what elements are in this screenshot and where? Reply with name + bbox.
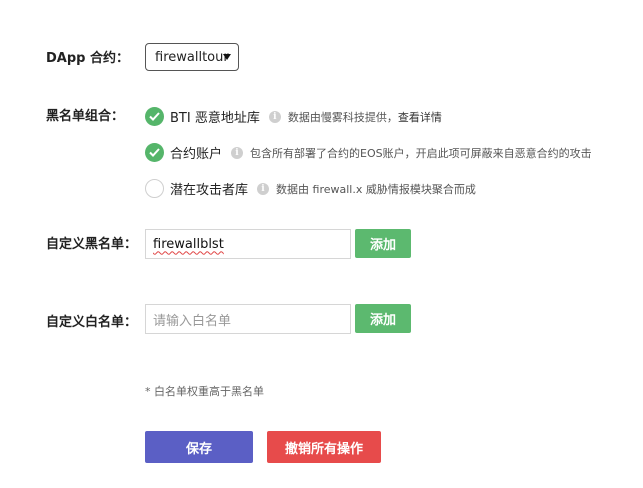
check-icon[interactable] [145, 143, 164, 162]
unchecked-circle-icon[interactable] [145, 179, 164, 198]
whitelist-priority-note: * 白名单权重高于黑名单 [145, 385, 264, 398]
dropdown-caret-icon [223, 54, 231, 60]
option-name: BTI 恶意地址库 [170, 111, 260, 126]
save-button[interactable]: 保存 [145, 431, 253, 463]
custom-blacklist-value: firewallblst [153, 236, 224, 252]
info-icon: i [231, 146, 244, 159]
info-icon: i [257, 182, 270, 195]
custom-whitelist-placeholder: 请输入白名单 [153, 313, 232, 329]
contract-selected-value: firewalltour [155, 49, 229, 65]
custom-blacklist-input[interactable]: firewallblst [145, 229, 351, 259]
custom-whitelist-label: 自定义白名单： [46, 315, 138, 330]
view-details-link[interactable]: 查看详情 [398, 109, 442, 125]
custom-blacklist-label: 自定义黑名单： [46, 237, 138, 252]
option-potential-attackers: 潜在攻击者库 i 数据由 firewall.x 威胁情报模块聚合而成 [145, 179, 476, 198]
option-name: 合约账户 [170, 147, 223, 162]
info-icon: i [268, 110, 281, 123]
option-description: 数据由 firewall.x 威胁情报模块聚合而成 [276, 182, 476, 196]
custom-whitelist-input[interactable]: 请输入白名单 [145, 304, 351, 334]
add-whitelist-button[interactable]: 添加 [355, 304, 411, 333]
blacklist-group-label: 黑名单组合： [46, 109, 125, 124]
option-description: 包含所有部署了合约的EOS账户，开启此项可屏蔽来自恶意合约的攻击 [250, 146, 592, 160]
option-name: 潜在攻击者库 [170, 183, 249, 198]
contract-select[interactable]: firewalltour [145, 43, 239, 71]
option-description: 数据由慢雾科技提供， [287, 110, 398, 124]
contract-label: DApp 合约： [46, 51, 129, 66]
check-icon[interactable] [145, 107, 164, 126]
option-bti-library: BTI 恶意地址库 i 数据由慢雾科技提供， 查看详情 [145, 107, 442, 126]
undo-all-button[interactable]: 撤销所有操作 [267, 431, 381, 463]
add-blacklist-button[interactable]: 添加 [355, 229, 411, 258]
option-contract-accounts: 合约账户 i 包含所有部署了合约的EOS账户，开启此项可屏蔽来自恶意合约的攻击 [145, 143, 592, 162]
